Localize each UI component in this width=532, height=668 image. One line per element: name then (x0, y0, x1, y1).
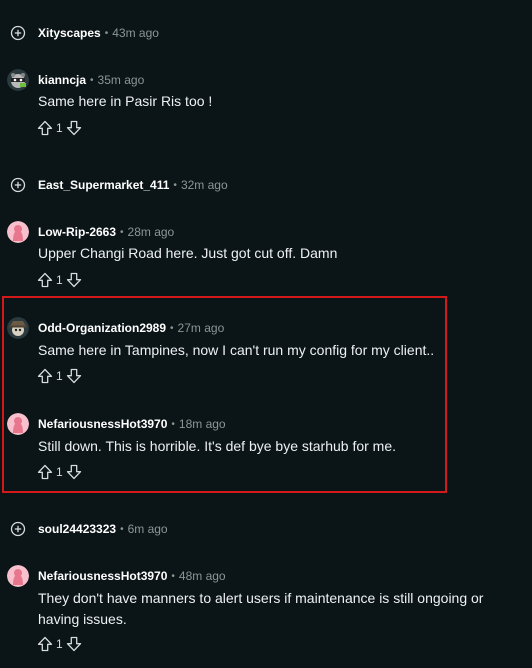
upvote-arrow-icon[interactable] (37, 272, 53, 288)
separator-dot: • (171, 418, 175, 430)
timestamp[interactable]: 35m ago (98, 73, 145, 87)
hat-avatar[interactable] (7, 317, 29, 339)
separator-dot: • (170, 322, 174, 334)
vote-count: 1 (56, 465, 63, 479)
username[interactable]: Odd-Organization2989 (38, 321, 166, 335)
expand-plus-icon[interactable] (10, 521, 26, 537)
username[interactable]: Xityscapes (38, 26, 101, 40)
username[interactable]: kianncja (38, 73, 86, 87)
timestamp[interactable]: 32m ago (181, 178, 228, 192)
separator-dot: • (120, 523, 124, 535)
downvote-arrow-icon[interactable] (66, 464, 82, 480)
username[interactable]: East_Supermarket_411 (38, 178, 169, 192)
vote-count: 1 (56, 273, 63, 287)
vote-count: 1 (56, 637, 63, 651)
comment-collapsed: soul24423323 • 6m ago (0, 519, 532, 539)
vote-count: 1 (56, 121, 63, 135)
separator-dot: • (90, 74, 94, 86)
vote-bar: 1 (37, 635, 82, 653)
vote-bar: 1 (37, 463, 82, 481)
raccoon-avatar[interactable] (7, 69, 29, 91)
vote-count: 1 (56, 369, 63, 383)
upvote-arrow-icon[interactable] (37, 464, 53, 480)
timestamp[interactable]: 43m ago (112, 26, 159, 40)
expand-plus-icon[interactable] (10, 25, 26, 41)
pink-avatar[interactable] (7, 565, 29, 587)
pink-avatar[interactable] (7, 221, 29, 243)
comment-text: Still down. This is horrible. It's def b… (38, 438, 397, 454)
downvote-arrow-icon[interactable] (66, 636, 82, 652)
username[interactable]: Low-Rip-2663 (38, 225, 116, 239)
username[interactable]: NefariousnessHot3970 (38, 569, 167, 583)
separator-dot: • (120, 226, 124, 238)
comment-text: Upper Changi Road here. Just got cut off… (38, 245, 338, 261)
timestamp[interactable]: 28m ago (128, 225, 175, 239)
separator-dot: • (104, 27, 109, 39)
expand-plus-icon[interactable] (10, 177, 26, 193)
timestamp[interactable]: 48m ago (179, 569, 226, 583)
username[interactable]: NefariousnessHot3970 (38, 417, 167, 431)
upvote-arrow-icon[interactable] (37, 120, 53, 136)
comment-collapsed: Xityscapes • 43m ago (0, 23, 532, 43)
upvote-arrow-icon[interactable] (37, 636, 53, 652)
pink-avatar[interactable] (7, 413, 29, 435)
timestamp[interactable]: 18m ago (179, 417, 226, 431)
upvote-arrow-icon[interactable] (37, 368, 53, 384)
vote-bar: 1 (37, 367, 82, 385)
comment-text: Same here in Pasir Ris too ! (38, 93, 213, 109)
vote-bar: 1 (37, 271, 82, 289)
vote-bar: 1 (37, 119, 82, 137)
downvote-arrow-icon[interactable] (66, 272, 82, 288)
separator-dot: • (171, 570, 175, 582)
timestamp[interactable]: 27m ago (178, 321, 225, 335)
separator-dot: • (173, 179, 177, 191)
comment-text-line: having issues. (38, 611, 127, 627)
comment-collapsed: East_Supermarket_411 • 32m ago (0, 175, 532, 195)
downvote-arrow-icon[interactable] (66, 368, 82, 384)
downvote-arrow-icon[interactable] (66, 120, 82, 136)
username[interactable]: soul24423323 (38, 522, 116, 536)
timestamp[interactable]: 6m ago (128, 522, 168, 536)
comment-text-line: They don't have manners to alert users i… (38, 590, 484, 606)
comment-text: Same here in Tampines, now I can't run m… (38, 342, 435, 358)
